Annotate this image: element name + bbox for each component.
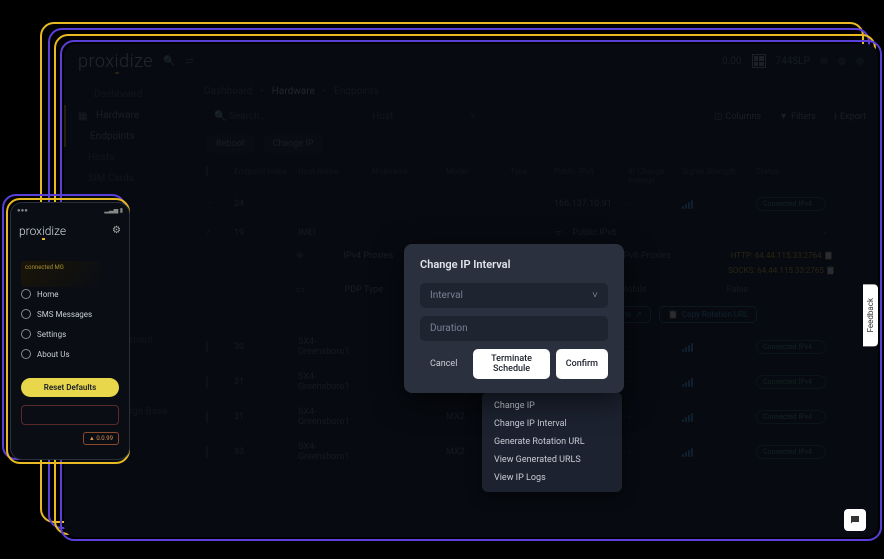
phone-screen: ●●●▂▃▅ ▮ proxidize ⚙ connected MG Home S…: [10, 202, 130, 460]
status-badge: Connected IPv4: [756, 375, 826, 389]
balance: 0.00: [722, 56, 742, 67]
status-badge: Connected IPv4: [756, 340, 826, 354]
home-icon: [21, 289, 31, 299]
chevron-down-icon: ˅: [592, 290, 598, 301]
toolbar: 🔍 Search… Host˅ ◫Columns ▼Filters ⭳Expor…: [206, 106, 866, 127]
change-ip-interval-modal: Change IP Interval Interval ˅ Duration C…: [404, 244, 624, 393]
download-icon: ⭳: [834, 109, 837, 125]
export-button[interactable]: ⭳Export: [834, 109, 866, 125]
search-input[interactable]: 🔍 Search…: [206, 106, 356, 127]
crumb-hardware[interactable]: Hardware: [272, 86, 315, 97]
row-checkbox[interactable]: [206, 411, 208, 423]
search-icon[interactable]: 🔍: [163, 56, 175, 67]
status-badge: Connected IPv4: [756, 445, 826, 459]
globe-icon: ⊕: [296, 251, 304, 261]
duration-input[interactable]: Duration: [420, 316, 608, 341]
confirm-button[interactable]: Confirm: [556, 349, 608, 379]
chat-fab[interactable]: [844, 509, 866, 531]
ctx-view-urls[interactable]: View Generated URLS: [482, 451, 622, 469]
table-row[interactable]: — 24 166.137.10.91 - Connected IPv4: [206, 189, 866, 218]
phone-statusbar: ●●●▂▃▅ ▮: [11, 203, 129, 218]
sidebar-item-hardware[interactable]: ▦Hardware: [64, 105, 194, 126]
phone-mockup: ●●●▂▃▅ ▮ proxidize ⚙ connected MG Home S…: [6, 198, 126, 456]
table-row[interactable]: ˄ 19 IMEI ᯤ Public IPv6 -: [206, 218, 866, 246]
notif-dot[interactable]: [838, 57, 846, 65]
chevron-down-icon: ˅: [470, 111, 476, 122]
settings-icon: [21, 329, 31, 339]
sidebar-item-dashboard[interactable]: ◌Dashboard: [64, 84, 194, 105]
avatar[interactable]: [856, 57, 864, 65]
filter-icon: ▼: [779, 111, 788, 122]
signal-icon: [682, 342, 752, 352]
table-header: Endpoint Index Host Name Nickname Model …: [206, 163, 866, 189]
ctx-view-logs[interactable]: View IP Logs: [482, 469, 622, 487]
feedback-tab[interactable]: Feedback: [863, 284, 878, 346]
interval-select[interactable]: Interval ˅: [420, 283, 608, 308]
gear-icon[interactable]: ⚙: [112, 225, 121, 236]
host-dropdown[interactable]: Host˅: [364, 106, 484, 127]
chat-icon: [849, 514, 861, 526]
qr-icon[interactable]: [752, 54, 766, 68]
row-checkbox[interactable]: [206, 376, 208, 388]
copy-rotation-button[interactable]: 📋 Copy Rotation URL: [659, 306, 757, 323]
signal-icon: [682, 199, 752, 209]
gauge-icon: ◌: [76, 90, 86, 100]
row-checkbox[interactable]: [206, 341, 208, 353]
crumb-endpoints[interactable]: Endpoints: [334, 86, 379, 97]
ctx-gen-rotation[interactable]: Generate Rotation URL: [482, 433, 622, 451]
ctx-change-ip-interval[interactable]: Change IP Interval: [482, 415, 622, 433]
phone-item-settings[interactable]: Settings: [11, 324, 129, 344]
top-bar: proxidize 🔍 ⇄ 0.00 744SLP: [64, 44, 878, 78]
select-all-checkbox[interactable]: [206, 166, 208, 177]
phone-status-card: connected MG: [21, 261, 101, 287]
cancel-button[interactable]: Cancel: [420, 349, 467, 379]
modal-title: Change IP Interval: [420, 258, 608, 271]
server-code: 744SLP: [776, 56, 811, 67]
ctx-change-ip[interactable]: Change IP: [482, 397, 622, 415]
reset-defaults-button[interactable]: Reset Defaults: [21, 378, 119, 397]
top-filter-icon[interactable]: ⇄: [186, 56, 194, 67]
status-dot: [820, 57, 828, 65]
row-checkbox[interactable]: [206, 446, 208, 458]
antenna-icon: ᯤ: [554, 226, 562, 239]
signal-icon: [682, 412, 752, 422]
sidebar-item-endpoints[interactable]: Endpoints: [64, 126, 194, 147]
sidebar-item-simcards[interactable]: SIM Cards: [64, 168, 194, 189]
collapse-icon[interactable]: ˄: [206, 227, 230, 238]
status-badge: Connected IPv4: [756, 410, 826, 424]
signal-icon: [682, 447, 752, 457]
status-badge: Connected IPv4: [756, 197, 826, 211]
app-window: proxidize 🔍 ⇄ 0.00 744SLP Dashboard• Har…: [64, 44, 878, 537]
brand-logo: proxidize: [78, 51, 153, 72]
phone-item-about[interactable]: About Us: [11, 344, 129, 364]
terminate-schedule-button[interactable]: Terminate Schedule: [473, 349, 549, 379]
sms-icon: [21, 309, 31, 319]
sidebar-item-hosts[interactable]: Hosts: [64, 147, 194, 168]
info-icon: [21, 349, 31, 359]
sim-icon: ▭: [296, 285, 305, 295]
signal-icon: [682, 377, 752, 387]
expand-icon[interactable]: —: [206, 199, 230, 209]
phone-footer-box: [21, 405, 119, 425]
phone-item-sms[interactable]: SMS Messages: [11, 304, 129, 324]
columns-button[interactable]: ◫Columns: [714, 112, 761, 122]
chip-icon: ▦: [78, 111, 88, 121]
context-menu: Change IP Change IP Interval Generate Ro…: [482, 392, 622, 492]
change-ip-button[interactable]: Change IP: [263, 135, 324, 153]
filters-button[interactable]: ▼Filters: [779, 111, 816, 122]
phone-menu: Home SMS Messages Settings About Us: [11, 278, 129, 370]
phone-version-badge: ▲ 0.0.99: [83, 432, 119, 445]
phone-item-home[interactable]: Home: [11, 284, 129, 304]
crumb-dashboard[interactable]: Dashboard: [204, 86, 252, 97]
bulk-actions: Reboot Change IP: [206, 135, 866, 153]
reboot-button[interactable]: Reboot: [206, 135, 255, 153]
columns-icon: ◫: [714, 112, 723, 122]
